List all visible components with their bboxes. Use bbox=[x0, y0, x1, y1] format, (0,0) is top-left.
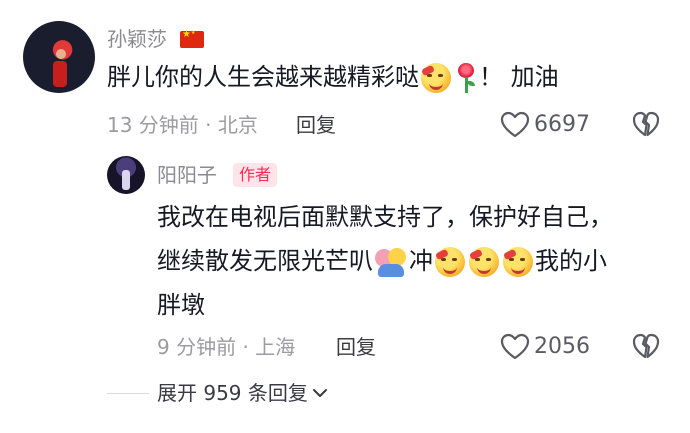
rose-emoji-icon bbox=[455, 63, 477, 93]
comment-location: 北京 bbox=[217, 113, 258, 137]
reply-like-button[interactable]: 2056 bbox=[500, 333, 590, 361]
reply-text-line-2: 继续散发无限光芒叭冲我的小 bbox=[157, 247, 607, 277]
reply-author-name[interactable]: 阳阳子 bbox=[157, 163, 217, 187]
laughing-face-emoji-icon bbox=[435, 247, 465, 277]
hug-emoji-icon bbox=[375, 247, 407, 277]
comment-time: 13 分钟前 bbox=[107, 113, 199, 137]
reply-button[interactable]: 回复 bbox=[296, 113, 336, 137]
broken-heart-icon bbox=[632, 111, 660, 137]
reply-dislike-button[interactable] bbox=[632, 333, 660, 365]
chevron-down-icon bbox=[312, 389, 327, 397]
comment-text: 胖儿你的人生会越来越精彩哒！ 加油 bbox=[107, 63, 559, 93]
reply-like-count: 2056 bbox=[534, 334, 590, 359]
laughing-face-emoji-icon bbox=[503, 247, 533, 277]
reply-meta: 9 分钟前 · 上海 bbox=[157, 335, 296, 359]
expand-replies-label: 展开 959 条回复 bbox=[157, 381, 308, 405]
laughing-face-emoji-icon bbox=[421, 63, 451, 93]
heart-outline-icon bbox=[500, 111, 530, 138]
china-flag-icon: ★ ★ bbox=[180, 29, 204, 48]
divider bbox=[107, 393, 149, 394]
heart-outline-icon bbox=[500, 333, 530, 360]
reply-reply-button[interactable]: 回复 bbox=[336, 335, 376, 359]
reply-avatar[interactable] bbox=[107, 156, 145, 194]
author-badge: 作者 bbox=[233, 163, 278, 187]
broken-heart-icon bbox=[632, 333, 660, 359]
avatar[interactable] bbox=[23, 21, 95, 93]
reply-text-line-1: 我改在电视后面默默支持了，保护好自己， bbox=[157, 203, 613, 231]
expand-replies-button[interactable]: 展开 959 条回复 bbox=[157, 381, 328, 405]
like-count: 6697 bbox=[534, 112, 590, 137]
comment-author-name[interactable]: 孙颖莎 bbox=[107, 27, 167, 51]
like-button[interactable]: 6697 bbox=[500, 111, 590, 139]
dislike-button[interactable] bbox=[632, 111, 660, 143]
comment-meta: 13 分钟前 · 北京 bbox=[107, 113, 258, 137]
reply-text-line-3: 胖墩 bbox=[157, 291, 205, 319]
reply-time: 9 分钟前 bbox=[157, 335, 237, 359]
laughing-face-emoji-icon bbox=[469, 247, 499, 277]
reply-location: 上海 bbox=[255, 335, 296, 359]
